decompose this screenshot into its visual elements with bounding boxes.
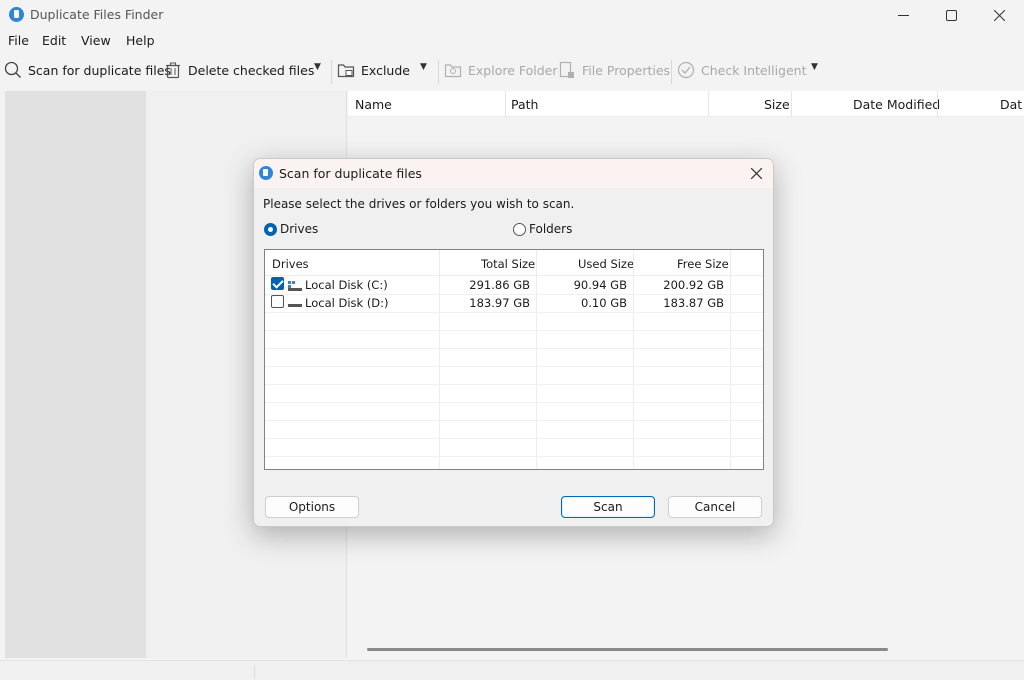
menu-help[interactable]: Help [126, 33, 155, 48]
drive-name: Local Disk (C:) [305, 278, 388, 292]
delete-checked-label: Delete checked files [188, 62, 315, 78]
drive-total-size: 291.86 GB [469, 278, 530, 292]
table-row[interactable]: Local Disk (C:) 291.86 GB 90.94 GB 200.9… [265, 276, 763, 294]
exclude-label: Exclude [361, 62, 410, 78]
dialog-close-button[interactable] [743, 162, 769, 184]
check-dropdown-caret-icon[interactable]: ▼ [811, 62, 818, 72]
check-intelligent-button[interactable]: Check Intelligent [677, 58, 807, 82]
menu-file[interactable]: File [8, 33, 29, 48]
maximize-icon [945, 9, 957, 21]
table-grid-line [265, 366, 763, 367]
status-bar [0, 660, 1024, 680]
maximize-button[interactable] [928, 0, 974, 30]
radio-drives-indicator[interactable] [264, 222, 277, 236]
toolbar-separator [331, 60, 332, 84]
radio-folders-label[interactable]: Folders [529, 222, 572, 236]
status-divider [254, 665, 255, 679]
table-grid-line [265, 456, 763, 457]
table-grid-line [265, 348, 763, 349]
drive-d-checkbox[interactable] [271, 295, 284, 308]
column-name[interactable]: Name [355, 97, 392, 112]
column-divider[interactable] [708, 91, 709, 117]
minimize-icon [897, 14, 909, 16]
file-properties-label: File Properties [582, 62, 671, 78]
app-logo-icon [259, 166, 273, 180]
menu-edit[interactable]: Edit [42, 33, 66, 48]
scan-duplicates-label: Scan for duplicate files [28, 62, 171, 78]
exclude-dropdown-caret-icon[interactable]: ▼ [420, 62, 427, 72]
file-properties-button[interactable]: File Properties [558, 58, 670, 82]
windows-drive-icon [288, 280, 302, 291]
exclude-button[interactable]: Exclude [337, 58, 410, 82]
dialog-instruction: Please select the drives or folders you … [263, 197, 575, 211]
radio-folders[interactable]: Folders [513, 222, 572, 236]
menu-bar: File Edit View Help [0, 30, 1024, 52]
header-free-size[interactable]: Free Size [677, 257, 729, 271]
drive-name: Local Disk (D:) [305, 296, 389, 310]
table-grid-line [265, 330, 763, 331]
folder-search-icon [444, 61, 462, 79]
cancel-button[interactable]: Cancel [668, 496, 762, 518]
check-circle-icon [677, 61, 695, 79]
toolbar-separator [438, 60, 439, 84]
header-drives[interactable]: Drives [272, 257, 309, 271]
drive-c-checkbox[interactable] [271, 277, 284, 290]
header-used-size[interactable]: Used Size [578, 257, 634, 271]
check-intelligent-label: Check Intelligent [701, 62, 807, 78]
drive-icon [288, 298, 302, 307]
drive-free-size: 183.87 GB [663, 296, 724, 310]
header-total-size[interactable]: Total Size [481, 257, 535, 271]
toolbar-separator [671, 60, 672, 84]
title-bar: Duplicate Files Finder [0, 0, 1024, 30]
table-grid-line [265, 402, 763, 403]
dialog-title: Scan for duplicate files [279, 166, 422, 181]
app-logo-icon [9, 7, 24, 22]
delete-dropdown-caret-icon[interactable]: ▼ [314, 62, 321, 72]
close-icon [750, 167, 762, 179]
file-list-header: Name Path Size Date Modified Dat [348, 91, 1024, 117]
radio-drives[interactable]: Drives [264, 222, 318, 236]
table-grid-line [265, 438, 763, 439]
file-properties-icon [558, 61, 576, 79]
trash-icon [164, 61, 182, 79]
column-size[interactable]: Size [764, 97, 790, 112]
radio-drives-label[interactable]: Drives [280, 222, 318, 236]
scan-dialog: Scan for duplicate files Please select t… [253, 158, 774, 527]
drives-table: Drives Total Size Used Size Free Size Lo… [264, 249, 764, 470]
explore-folder-button[interactable]: Explore Folder [444, 58, 558, 82]
explore-folder-label: Explore Folder [468, 62, 558, 78]
scan-button[interactable]: Scan [561, 496, 655, 518]
minimize-button[interactable] [880, 0, 926, 30]
drive-total-size: 183.97 GB [469, 296, 530, 310]
close-icon [993, 9, 1005, 21]
drive-free-size: 200.92 GB [663, 278, 724, 292]
search-icon [4, 61, 22, 79]
drives-table-header: Drives Total Size Used Size Free Size [265, 250, 763, 276]
delete-checked-button[interactable]: Delete checked files [164, 58, 314, 82]
table-grid-line [265, 420, 763, 421]
scan-duplicates-button[interactable]: Scan for duplicate files [4, 58, 171, 82]
radio-folders-indicator[interactable] [513, 222, 526, 236]
window-title: Duplicate Files Finder [30, 7, 164, 22]
column-divider[interactable] [937, 91, 938, 117]
drive-used-size: 0.10 GB [580, 296, 627, 310]
toolbar: Scan for duplicate files Delete checked … [0, 52, 1024, 88]
drive-used-size: 90.94 GB [573, 278, 627, 292]
horizontal-scrollbar[interactable] [367, 648, 888, 651]
dialog-title-bar: Scan for duplicate files [254, 159, 773, 188]
column-date-extra[interactable]: Dat [1000, 97, 1022, 112]
table-grid-line [265, 312, 763, 313]
menu-view[interactable]: View [81, 33, 111, 48]
column-path[interactable]: Path [511, 97, 538, 112]
table-grid-line [265, 384, 763, 385]
close-button[interactable] [976, 0, 1022, 30]
table-row[interactable]: Local Disk (D:) 183.97 GB 0.10 GB 183.87… [265, 294, 763, 312]
folder-tree-pane[interactable] [5, 91, 146, 658]
column-date-modified[interactable]: Date Modified [853, 97, 940, 112]
column-divider[interactable] [505, 91, 506, 117]
options-button[interactable]: Options [265, 496, 359, 518]
folder-exclude-icon [337, 61, 355, 79]
column-divider[interactable] [791, 91, 792, 117]
